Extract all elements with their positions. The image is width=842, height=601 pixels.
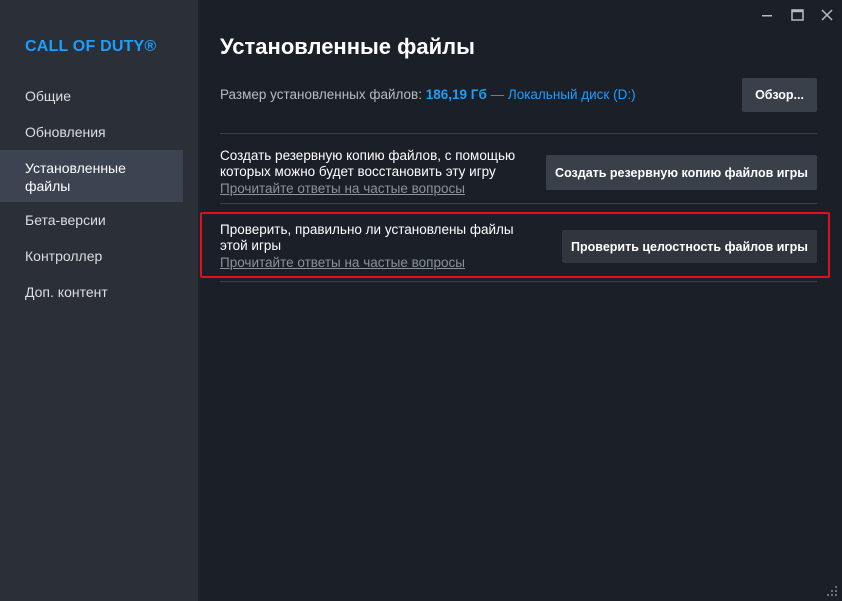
- sidebar-item-betas[interactable]: Бета-версии: [0, 202, 183, 238]
- backup-files-button[interactable]: Создать резервную копию файлов игры: [546, 155, 817, 190]
- page-title: Установленные файлы: [220, 34, 475, 59]
- verify-integrity-button[interactable]: Проверить целостность файлов игры: [562, 230, 817, 263]
- sidebar-nav: Общие Обновления Установленные файлы Бет…: [0, 78, 183, 310]
- minimize-icon: [762, 15, 772, 17]
- backup-description: Создать резервную копию файлов, с помощь…: [220, 148, 516, 179]
- divider: [220, 203, 817, 204]
- verify-section: Проверить, правильно ли установлены файл…: [220, 222, 540, 271]
- main-panel: Установленные файлы Размер установленных…: [198, 0, 842, 601]
- size-label: Размер установленных файлов:: [220, 87, 422, 102]
- close-button[interactable]: [812, 0, 842, 30]
- size-value: 186,19 Гб: [425, 87, 487, 102]
- disk-label: Локальный диск (D:): [507, 87, 636, 102]
- backup-section: Создать резервную копию файлов, с помощь…: [220, 148, 540, 197]
- game-title: CALL OF DUTY®: [25, 38, 157, 55]
- sidebar-item-controller[interactable]: Контроллер: [0, 238, 183, 274]
- window-controls: [752, 0, 842, 30]
- size-separator: —: [490, 87, 505, 102]
- browse-button[interactable]: Обзор...: [742, 78, 817, 112]
- sidebar-item-dlc[interactable]: Доп. контент: [0, 274, 183, 310]
- steam-properties-window: CALL OF DUTY® Общие Обновления Установле…: [0, 0, 842, 601]
- maximize-icon: [790, 9, 804, 21]
- backup-faq-link[interactable]: Прочитайте ответы на частые вопросы: [220, 181, 540, 197]
- sidebar-item-installed-files[interactable]: Установленные файлы: [0, 150, 183, 202]
- installed-size-row: Размер установленных файлов: 186,19 Гб —…: [220, 87, 636, 102]
- sidebar: CALL OF DUTY® Общие Обновления Установле…: [0, 0, 198, 601]
- maximize-button[interactable]: [782, 0, 812, 30]
- sidebar-item-general[interactable]: Общие: [0, 78, 183, 114]
- close-icon: [821, 9, 833, 21]
- sidebar-item-updates[interactable]: Обновления: [0, 114, 183, 150]
- verify-description: Проверить, правильно ли установлены файл…: [220, 222, 514, 253]
- divider: [220, 133, 817, 134]
- verify-faq-link[interactable]: Прочитайте ответы на частые вопросы: [220, 255, 540, 271]
- resize-grip-icon[interactable]: [826, 585, 838, 597]
- divider: [220, 281, 817, 282]
- minimize-button[interactable]: [752, 0, 782, 30]
